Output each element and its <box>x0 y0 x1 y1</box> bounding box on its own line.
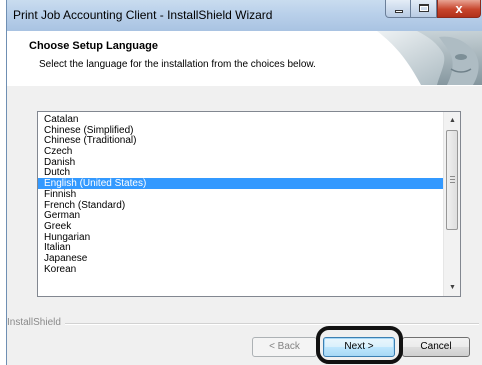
back-button[interactable]: < Back <box>252 337 317 357</box>
list-item[interactable]: Korean <box>38 264 443 275</box>
minimize-button[interactable] <box>385 0 411 18</box>
list-item[interactable]: German <box>38 210 443 221</box>
list-item-selected[interactable]: English (United States) <box>38 178 443 189</box>
list-item[interactable]: Catalan <box>38 114 443 125</box>
window-title: Print Job Accounting Client - InstallShi… <box>13 8 273 22</box>
scroll-down-icon[interactable]: ▼ <box>444 279 460 296</box>
page-title: Choose Setup Language <box>29 40 158 52</box>
installer-window: Print Job Accounting Client - InstallShi… <box>6 0 482 365</box>
page-subtitle: Select the language for the installation… <box>39 59 316 70</box>
list-item[interactable]: Hungarian <box>38 232 443 243</box>
language-items: Catalan Chinese (Simplified) Chinese (Tr… <box>38 114 443 274</box>
close-button[interactable]: x <box>437 0 481 18</box>
list-item[interactable]: Chinese (Simplified) <box>38 125 443 136</box>
minimize-icon <box>395 10 403 13</box>
cancel-button[interactable]: Cancel <box>402 337 470 357</box>
list-item[interactable]: Italian <box>38 242 443 253</box>
grip-icon <box>450 176 455 183</box>
title-bar[interactable]: Print Job Accounting Client - InstallShi… <box>7 0 482 31</box>
list-item[interactable]: Czech <box>38 146 443 157</box>
footer-divider <box>65 323 479 325</box>
header-divider <box>7 85 482 86</box>
list-item[interactable]: Chinese (Traditional) <box>38 135 443 147</box>
caption-buttons: x <box>385 0 481 20</box>
list-item[interactable]: Danish <box>38 157 443 168</box>
scroll-thumb[interactable] <box>446 130 458 230</box>
list-item[interactable]: Dutch <box>38 167 443 179</box>
list-item[interactable]: Finnish <box>38 189 443 200</box>
list-item[interactable]: French (Standard) <box>38 200 443 211</box>
list-item[interactable]: Japanese <box>38 253 443 264</box>
close-icon: x <box>455 1 463 16</box>
installshield-brand: InstallShield <box>7 317 61 328</box>
installshield-face-art <box>377 31 482 85</box>
next-button-highlight <box>316 326 403 364</box>
wizard-header: Choose Setup Language Select the languag… <box>7 31 482 86</box>
maximize-icon <box>419 4 429 12</box>
scroll-up-icon[interactable]: ▲ <box>444 112 460 129</box>
vertical-scrollbar[interactable]: ▲ ▼ <box>443 112 460 296</box>
language-listbox[interactable]: Catalan Chinese (Simplified) Chinese (Tr… <box>37 111 461 297</box>
maximize-button[interactable] <box>411 0 437 18</box>
list-item[interactable]: Greek <box>38 221 443 232</box>
